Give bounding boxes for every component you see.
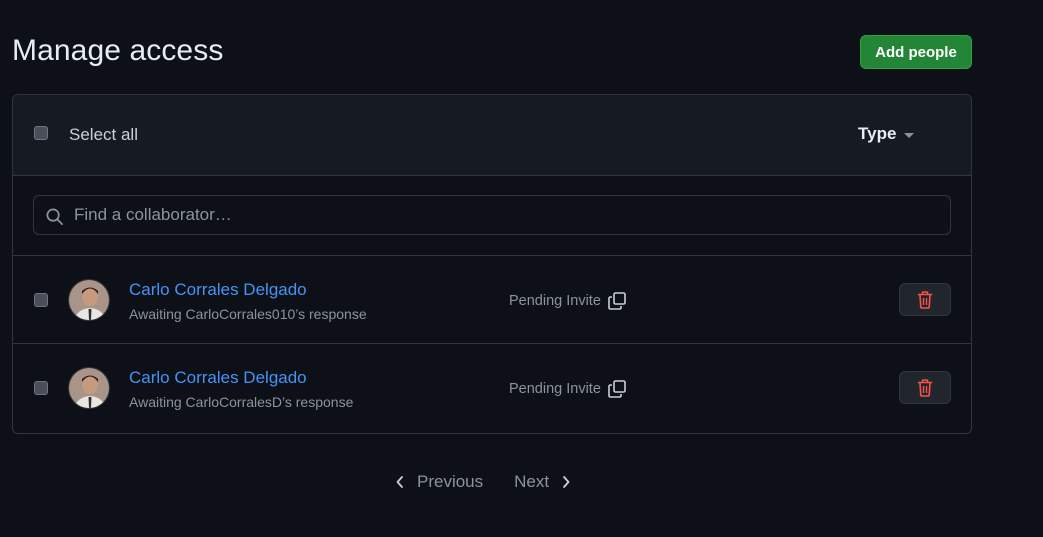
page-title: Manage access <box>12 34 224 67</box>
previous-page-button[interactable]: Previous <box>395 472 483 492</box>
panel-header: Select all Type <box>13 95 971 176</box>
search-box <box>33 195 951 235</box>
add-people-button[interactable]: Add people <box>860 35 972 69</box>
collaborators-panel: Select all Type Find a collaborator… Car… <box>12 94 972 434</box>
avatar <box>68 279 110 321</box>
manage-access-page: Manage access Add people Select all Type <box>0 0 1043 537</box>
chevron-right-icon <box>563 476 570 488</box>
trash-icon <box>917 290 933 309</box>
collaborator-status: Awaiting CarloCorrales010’s response <box>129 306 367 322</box>
next-label: Next <box>514 472 550 491</box>
select-all-checkbox[interactable] <box>34 126 48 140</box>
collaborator-row: Carlo Corrales Delgado Awaiting CarloCor… <box>13 256 971 344</box>
row-checkbox[interactable] <box>34 381 48 395</box>
type-filter-label: Type <box>858 124 897 143</box>
search-icon <box>46 208 63 225</box>
copy-icon[interactable] <box>607 379 627 399</box>
next-page-button[interactable]: Next <box>514 472 571 492</box>
search-section <box>13 176 971 256</box>
previous-label: Previous <box>417 472 484 491</box>
row-checkbox[interactable] <box>34 293 48 307</box>
remove-collaborator-button[interactable] <box>899 371 951 404</box>
pending-invite-label: Pending Invite <box>509 293 601 309</box>
pending-invite-label: Pending Invite <box>509 381 601 397</box>
pagination: Previous Next <box>395 472 571 492</box>
find-collaborator-input[interactable] <box>74 196 944 234</box>
collaborator-status: Awaiting CarloCorralesD’s response <box>129 394 354 410</box>
chevron-left-icon <box>396 476 403 488</box>
pending-invite: Pending Invite <box>509 291 627 311</box>
collaborator-name-link[interactable]: Carlo Corrales Delgado <box>129 368 307 388</box>
remove-collaborator-button[interactable] <box>899 283 951 316</box>
caret-down-icon <box>904 132 915 138</box>
select-all-label: Select all <box>69 125 138 144</box>
collaborator-row: Carlo Corrales Delgado Awaiting CarloCor… <box>13 344 971 432</box>
trash-icon <box>917 378 933 397</box>
collaborator-name-link[interactable]: Carlo Corrales Delgado <box>129 280 307 300</box>
type-filter-dropdown[interactable]: Type <box>858 124 915 144</box>
copy-icon[interactable] <box>607 291 627 311</box>
pending-invite: Pending Invite <box>509 379 627 399</box>
avatar <box>68 367 110 409</box>
